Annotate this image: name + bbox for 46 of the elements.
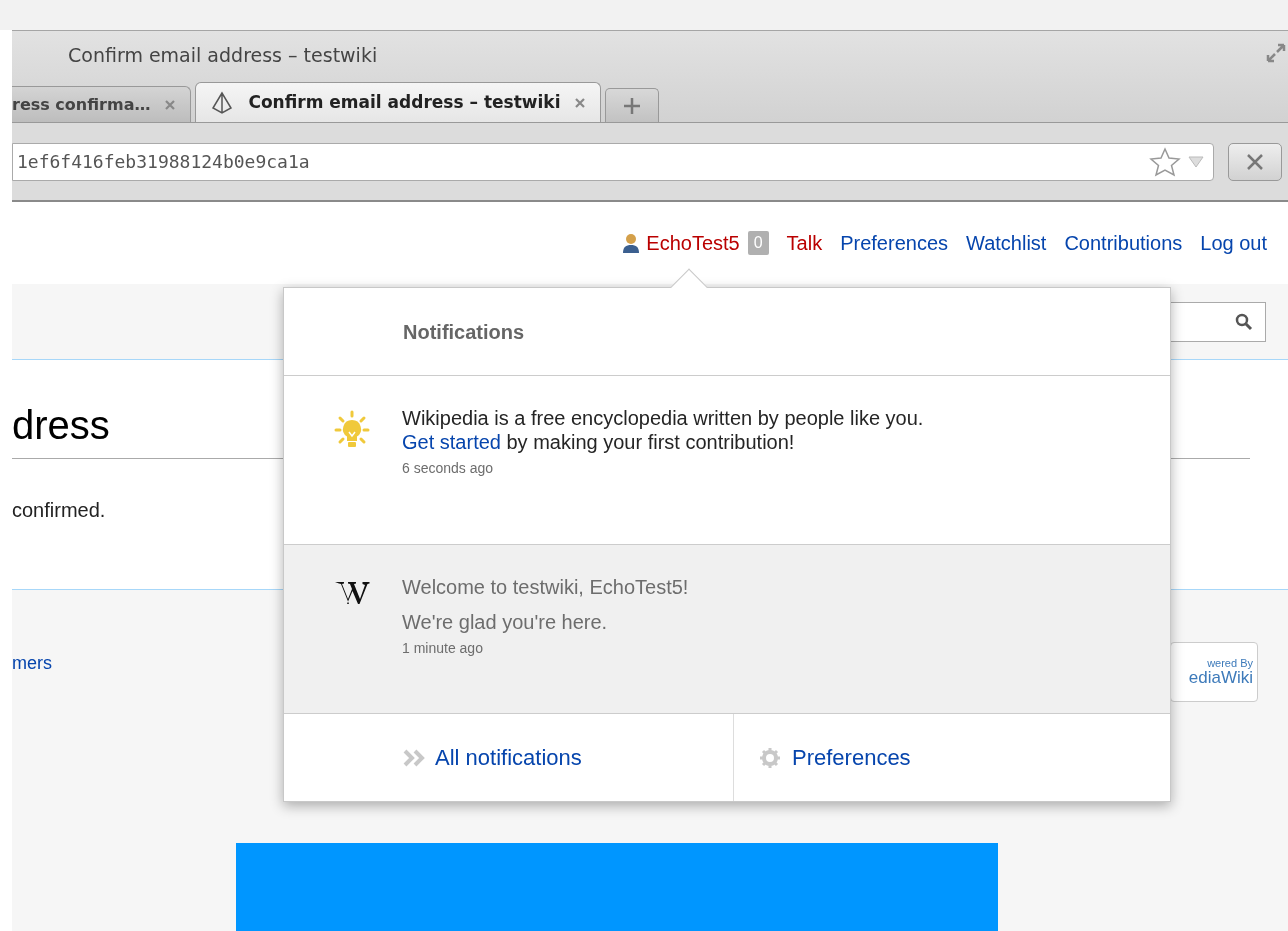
tab-label: ress confirma… [12, 93, 151, 116]
user-menu-link[interactable]: Log out [1200, 228, 1267, 258]
notification-item[interactable]: Welcome to testwiki, EchoTest5! We're glad you're here. 1 minute ago [284, 545, 1170, 714]
powered-by-badge[interactable]: wered By ediaWiki [1170, 642, 1258, 702]
wikipedia-w-icon [334, 579, 370, 605]
notification-time: 6 seconds ago [402, 459, 495, 478]
close-icon[interactable] [164, 98, 177, 111]
search-icon [1235, 312, 1253, 331]
all-notifications-link[interactable]: All notifications [284, 714, 734, 801]
window-title: Confirm email address – testwiki [68, 42, 378, 68]
url-text: 1ef6f416feb31988124b0e9ca1a [17, 150, 311, 174]
notification-text: Wikipedia is a free encyclopedia written by people like you. Get started by making your first contribution! [402, 406, 924, 454]
new-tab-button[interactable] [605, 88, 660, 122]
user-menu-link[interactable]: Watchlist [966, 228, 1047, 258]
gear-icon [760, 747, 780, 768]
tab-label: Confirm email address – testwiki [248, 90, 561, 114]
confirmation-message: confirmed. [12, 498, 107, 523]
page-heading: dress [12, 402, 110, 449]
user-icon [622, 233, 641, 253]
username-link[interactable]: EchoTest5 [646, 228, 740, 258]
star-icon[interactable] [1149, 146, 1181, 177]
plus-icon [623, 96, 642, 115]
popup-title: Notifications [403, 319, 525, 345]
notification-text: Welcome to testwiki, EchoTest5! [402, 575, 689, 599]
close-icon [1246, 152, 1264, 171]
lightbulb-icon [334, 410, 370, 450]
notification-text: We're glad you're here. [402, 610, 609, 634]
fullscreen-icon[interactable] [1266, 43, 1286, 63]
badge-text: ediaWiki [1188, 669, 1253, 686]
dropdown-icon[interactable] [1187, 154, 1205, 169]
footer-link[interactable]: mers [12, 650, 52, 677]
badge-text: wered By [1207, 658, 1253, 669]
notification-time: 1 minute ago [402, 639, 484, 658]
pyramid-icon [210, 90, 235, 115]
close-icon[interactable] [574, 96, 587, 109]
browser-tab[interactable]: ress confirma… [12, 86, 192, 122]
user-menu-link[interactable]: Contributions [1064, 228, 1183, 258]
user-menu-link[interactable]: Preferences [840, 228, 949, 258]
stop-button[interactable] [1228, 142, 1282, 181]
user-menu-link[interactable]: Talk [786, 228, 823, 258]
get-started-link[interactable]: Get started [402, 431, 501, 453]
browser-tab[interactable]: Confirm email address – testwiki [195, 82, 602, 122]
address-field[interactable]: 1ef6f416feb31988124b0e9ca1a [12, 142, 1214, 181]
notification-item[interactable]: Wikipedia is a free encyclopedia written by people like you. Get started by making your first contribution! 6 seconds ago [284, 376, 1170, 545]
preferences-link[interactable]: Preferences [734, 714, 1170, 801]
double-chevron-icon [403, 748, 427, 767]
